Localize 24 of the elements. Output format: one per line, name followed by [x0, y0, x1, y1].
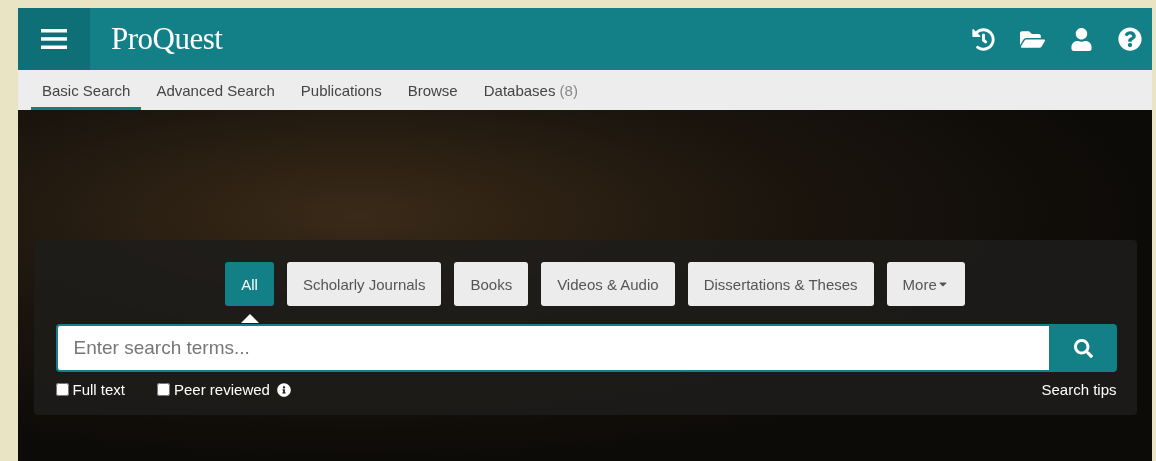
info-icon[interactable] [276, 382, 291, 397]
user-icon[interactable] [1070, 27, 1093, 51]
history-icon[interactable] [972, 27, 995, 51]
nav-tab[interactable]: Databases (8) [472, 70, 589, 110]
nav-tab[interactable]: Publications [289, 70, 393, 110]
source-type-button[interactable]: Dissertations & Theses [687, 262, 874, 306]
nav-tab[interactable]: Browse [396, 70, 469, 110]
search-tips-link[interactable]: Search tips [1041, 381, 1117, 398]
search-field[interactable]: Enter search terms... [55, 324, 1051, 372]
search-button[interactable] [1050, 324, 1117, 372]
checkbox[interactable] [157, 383, 170, 396]
checkbox[interactable] [55, 383, 69, 396]
menu-icon [41, 29, 67, 49]
search-icon [1074, 338, 1093, 358]
checkbox-label: Full text [72, 381, 125, 398]
help-icon[interactable] [1118, 27, 1142, 51]
source-type-button[interactable]: Videos & Audio [541, 262, 675, 306]
checkbox-label: Peer reviewed [174, 381, 270, 398]
source-type-button[interactable]: More [886, 262, 965, 306]
source-type-button[interactable]: Books [454, 262, 529, 306]
menu-button[interactable] [18, 8, 90, 70]
source-type-button[interactable]: Scholarly Journals [286, 262, 442, 306]
nav-tab[interactable]: Advanced Search [145, 70, 286, 110]
logo: ProQuest [111, 21, 223, 57]
